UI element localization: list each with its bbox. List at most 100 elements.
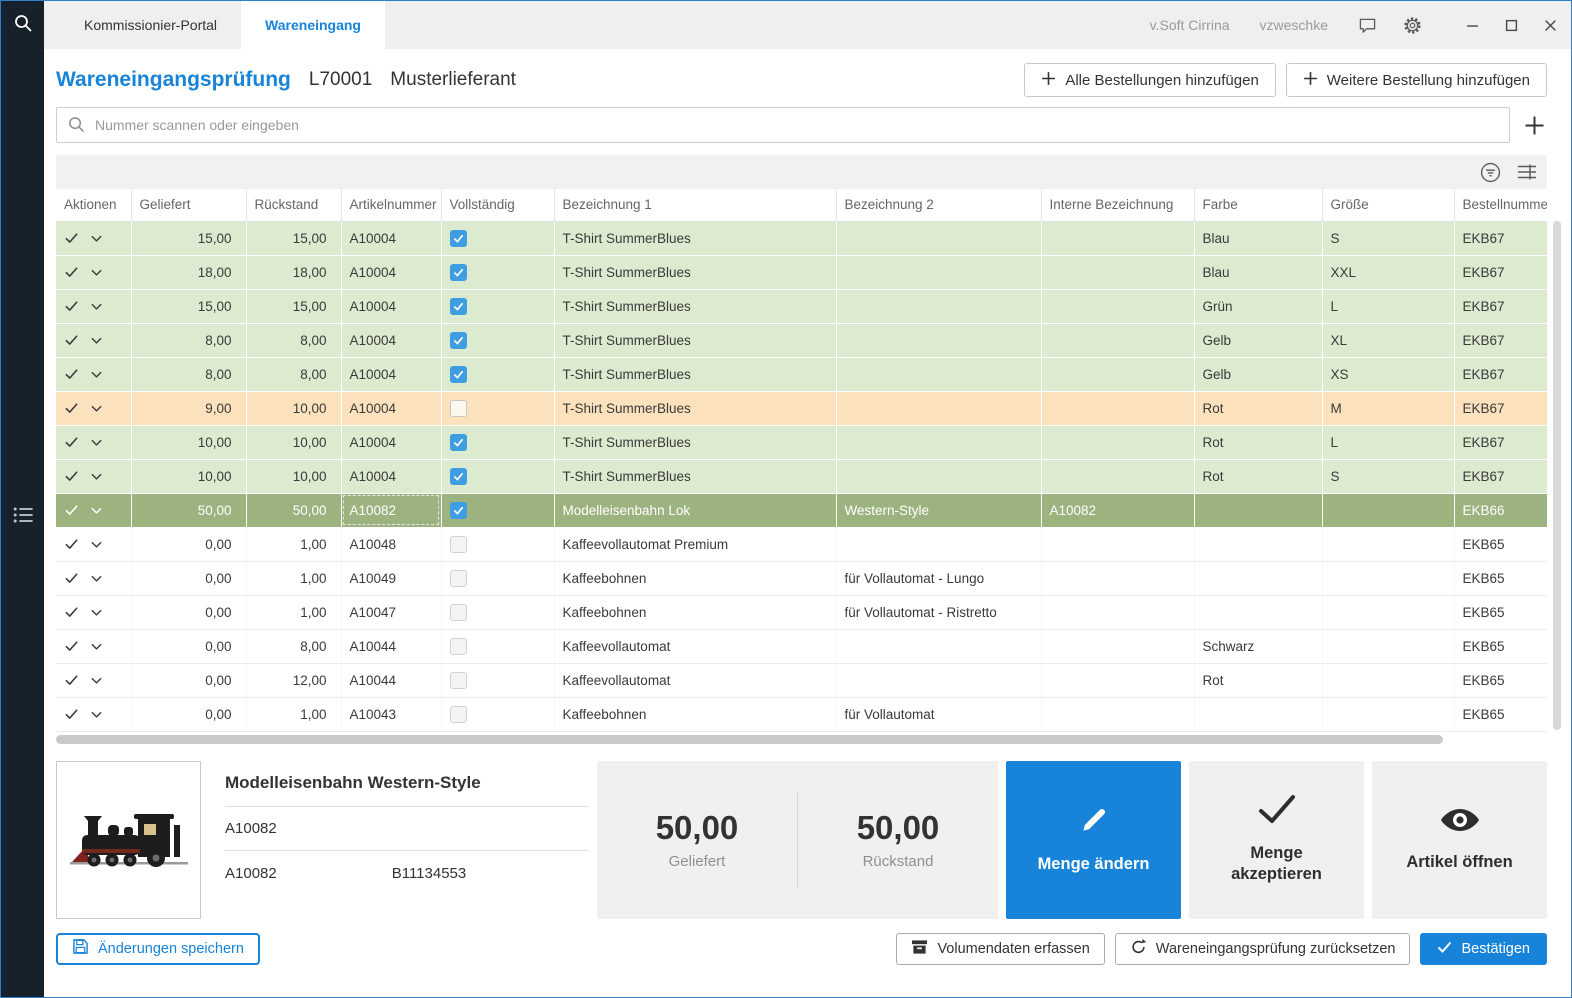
- column-header-10[interactable]: Größe: [1321, 189, 1454, 222]
- sidebar-search-button[interactable]: [1, 1, 44, 49]
- row-confirm-icon[interactable]: [64, 605, 79, 620]
- vollstaendig-checkbox[interactable]: [449, 569, 467, 587]
- horizontal-scrollbar-thumb[interactable]: [56, 734, 1443, 744]
- column-header-1[interactable]: Aktionen: [56, 189, 131, 222]
- add-all-orders-button[interactable]: Alle Bestellungen hinzufügen: [1024, 63, 1276, 97]
- row-confirm-icon[interactable]: [64, 639, 79, 654]
- table-row[interactable]: 8,00 8,00 A10004 T-Shirt SummerBlues Gelb XS E…: [56, 357, 1547, 392]
- vollstaendig-checkbox[interactable]: [449, 263, 467, 281]
- table-row[interactable]: 10,00 10,00 A10004 T-Shirt SummerBlues Rot L E…: [56, 425, 1547, 460]
- column-header-11[interactable]: Bestellnummer: [1453, 189, 1547, 222]
- column-header-7[interactable]: Bezeichnung 2: [835, 189, 1041, 222]
- chevron-down-icon[interactable]: [89, 401, 104, 416]
- chevron-down-icon[interactable]: [89, 469, 104, 484]
- vollstaendig-checkbox[interactable]: [449, 671, 467, 689]
- chevron-down-icon[interactable]: [89, 503, 104, 518]
- table-row[interactable]: 50,00 50,00 A10082 Modelleisenbahn Lok Weste…: [56, 493, 1547, 528]
- column-header-3[interactable]: Rückstand: [245, 189, 341, 222]
- row-confirm-icon[interactable]: [64, 367, 79, 382]
- vollstaendig-checkbox[interactable]: [449, 297, 467, 315]
- chevron-down-icon[interactable]: [89, 537, 104, 552]
- open-article-button[interactable]: Artikel öffnen: [1372, 760, 1547, 919]
- maximize-button[interactable]: [1497, 19, 1526, 32]
- row-confirm-icon[interactable]: [64, 707, 79, 722]
- row-confirm-icon[interactable]: [64, 571, 79, 586]
- row-confirm-icon[interactable]: [64, 537, 79, 552]
- volume-data-button[interactable]: Volumendaten erfassen: [896, 932, 1105, 965]
- vollstaendig-checkbox[interactable]: [449, 535, 467, 553]
- chevron-down-icon[interactable]: [89, 605, 104, 620]
- column-options-icon[interactable]: [1517, 164, 1537, 180]
- horizontal-scrollbar[interactable]: [56, 734, 1547, 745]
- chevron-down-icon[interactable]: [89, 231, 104, 246]
- row-confirm-icon[interactable]: [64, 265, 79, 280]
- chevron-down-icon[interactable]: [89, 367, 104, 382]
- column-header-4[interactable]: Artikelnummer: [340, 189, 441, 222]
- vollstaendig-checkbox[interactable]: [449, 705, 467, 723]
- table-row[interactable]: 0,00 12,00 A10044 Kaffeevollautomat Rot EKB65: [56, 663, 1547, 698]
- accept-quantity-button[interactable]: Menge akzeptieren: [1189, 760, 1364, 919]
- column-header-9[interactable]: Farbe: [1193, 189, 1322, 222]
- chevron-down-icon[interactable]: [89, 435, 104, 450]
- tab-wareneingang[interactable]: Wareneingang: [241, 1, 385, 49]
- row-confirm-icon[interactable]: [64, 231, 79, 246]
- feedback-icon[interactable]: [1358, 17, 1377, 34]
- vollstaendig-checkbox[interactable]: [449, 229, 467, 247]
- table-row[interactable]: 0,00 1,00 A10049 Kaffeebohnen für Vollautoma…: [56, 561, 1547, 596]
- table-row[interactable]: 0,00 1,00 A10047 Kaffeebohnen für Vollautoma…: [56, 595, 1547, 630]
- add-position-button[interactable]: [1522, 113, 1547, 138]
- table-row[interactable]: 0,00 8,00 A10044 Kaffeevollautomat Schwarz EK…: [56, 629, 1547, 664]
- chevron-down-icon[interactable]: [89, 707, 104, 722]
- cell-bezeichnung2: [835, 221, 1041, 256]
- column-header-5[interactable]: Vollständig: [440, 189, 554, 222]
- minimize-button[interactable]: [1458, 19, 1487, 32]
- vollstaendig-checkbox[interactable]: [449, 399, 467, 417]
- table-row[interactable]: 0,00 1,00 A10043 Kaffeebohnen für Vollautoma…: [56, 697, 1547, 732]
- scan-input[interactable]: [56, 107, 1510, 143]
- column-header-6[interactable]: Bezeichnung 1: [553, 189, 836, 222]
- row-confirm-icon[interactable]: [64, 673, 79, 688]
- tab-kommissionier-portal[interactable]: Kommissionier-Portal: [60, 1, 241, 49]
- table-row[interactable]: 0,00 1,00 A10048 Kaffeevollautomat Premium E…: [56, 527, 1547, 562]
- vollstaendig-checkbox[interactable]: [449, 603, 467, 621]
- vollstaendig-checkbox[interactable]: [449, 637, 467, 655]
- row-confirm-icon[interactable]: [64, 401, 79, 416]
- chevron-down-icon[interactable]: [89, 265, 104, 280]
- row-confirm-icon[interactable]: [64, 435, 79, 450]
- vertical-scrollbar-thumb[interactable]: [1553, 221, 1561, 730]
- save-changes-button[interactable]: Änderungen speichern: [56, 932, 260, 965]
- vollstaendig-checkbox[interactable]: [449, 365, 467, 383]
- vollstaendig-checkbox[interactable]: [449, 467, 467, 485]
- chevron-down-icon[interactable]: [89, 571, 104, 586]
- chevron-down-icon[interactable]: [89, 639, 104, 654]
- table-row[interactable]: 8,00 8,00 A10004 T-Shirt SummerBlues Gelb XL E…: [56, 323, 1547, 358]
- vertical-scrollbar[interactable]: [1553, 221, 1561, 730]
- confirm-button[interactable]: Bestätigen: [1420, 932, 1547, 965]
- cell-farbe: Grün: [1193, 289, 1322, 324]
- table-row[interactable]: 10,00 10,00 A10004 T-Shirt SummerBlues Rot S E…: [56, 459, 1547, 494]
- chevron-down-icon[interactable]: [89, 673, 104, 688]
- table-row[interactable]: 15,00 15,00 A10004 T-Shirt SummerBlues Blau S…: [56, 221, 1547, 256]
- reset-inspection-button[interactable]: Wareneingangsprüfung zurücksetzen: [1114, 932, 1411, 965]
- chevron-down-icon[interactable]: [89, 299, 104, 314]
- chevron-down-icon[interactable]: [89, 333, 104, 348]
- table-row[interactable]: 15,00 15,00 A10004 T-Shirt SummerBlues Grün L…: [56, 289, 1547, 324]
- sidebar-menu-button[interactable]: [1, 506, 44, 529]
- row-confirm-icon[interactable]: [64, 469, 79, 484]
- vollstaendig-checkbox[interactable]: [449, 331, 467, 349]
- add-order-button[interactable]: Weitere Bestellung hinzufügen: [1285, 63, 1547, 97]
- vollstaendig-checkbox[interactable]: [449, 501, 467, 519]
- row-confirm-icon[interactable]: [64, 299, 79, 314]
- table-row[interactable]: 9,00 10,00 A10004 T-Shirt SummerBlues Rot M EK…: [56, 391, 1547, 426]
- row-confirm-icon[interactable]: [64, 333, 79, 348]
- row-confirm-icon[interactable]: [64, 503, 79, 518]
- close-button[interactable]: [1536, 19, 1565, 32]
- column-header-2[interactable]: Geliefert: [130, 189, 246, 222]
- table-row[interactable]: 18,00 18,00 A10004 T-Shirt SummerBlues Blau X…: [56, 255, 1547, 290]
- filter-icon[interactable]: [1480, 162, 1501, 183]
- column-header-8[interactable]: Interne Bezeichnung: [1040, 189, 1194, 222]
- vollstaendig-checkbox[interactable]: [449, 433, 467, 451]
- change-quantity-button[interactable]: Menge ändern: [1006, 760, 1181, 919]
- cell-groesse: XL: [1321, 323, 1454, 358]
- gear-icon[interactable]: [1403, 16, 1422, 35]
